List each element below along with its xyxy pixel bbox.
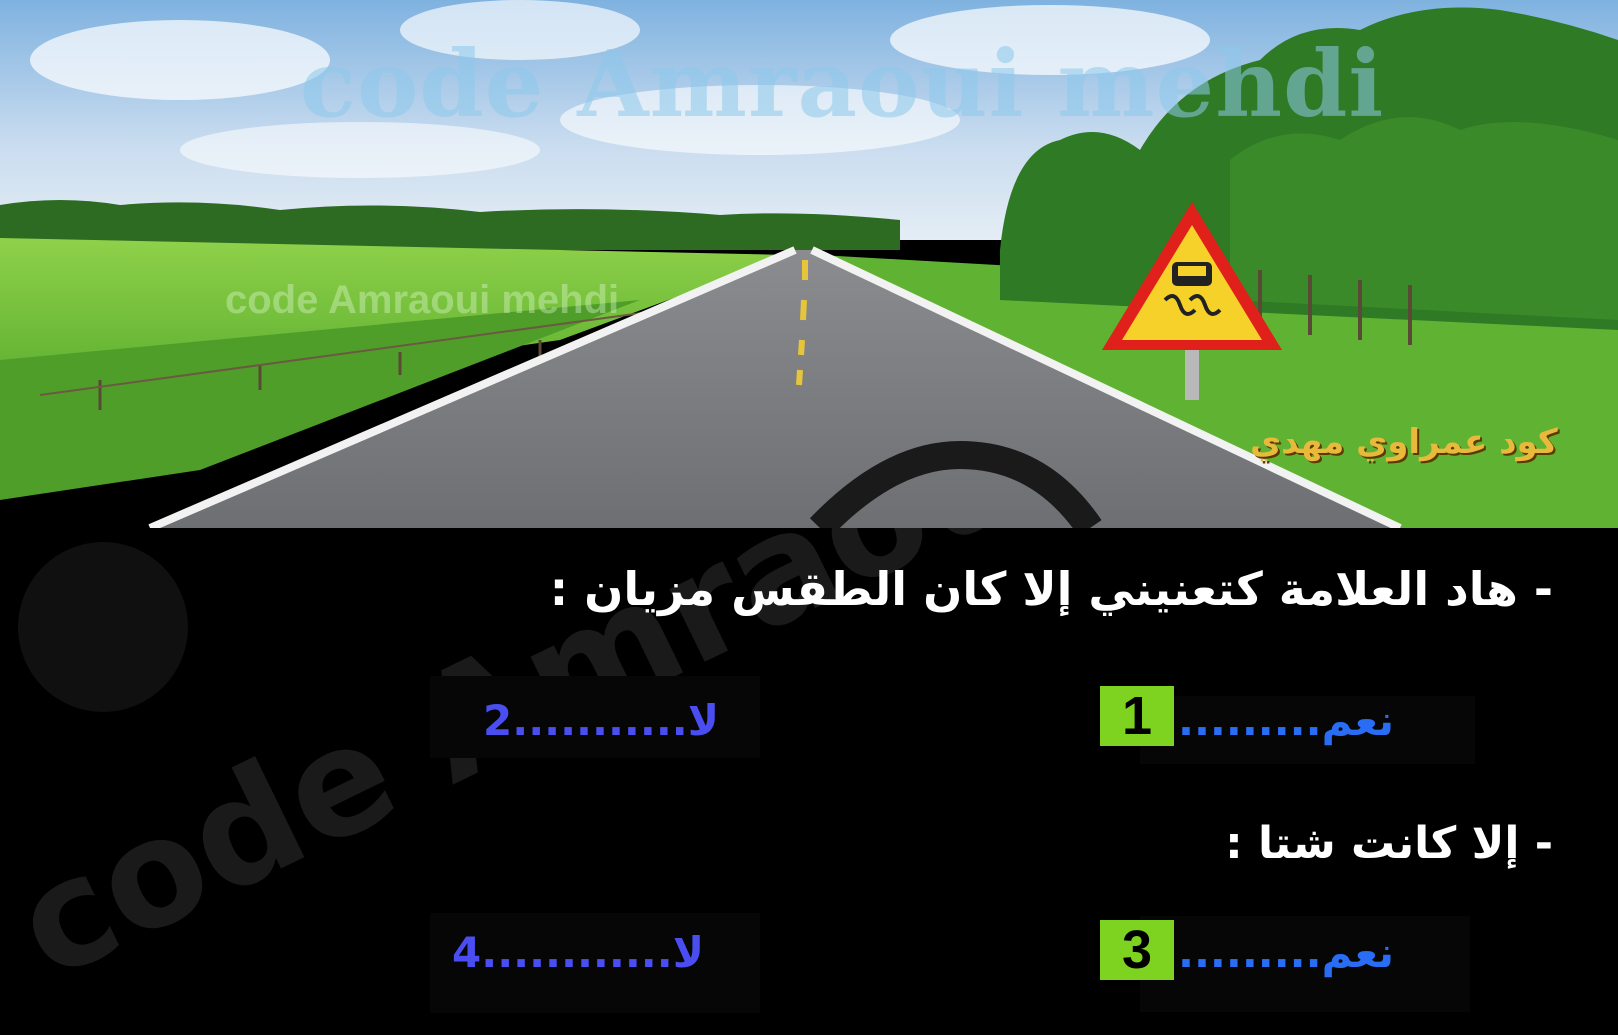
option-4-number: 4 — [452, 928, 482, 977]
option-2-dots: ........... — [512, 696, 688, 745]
option-3-number-badge[interactable]: 3 — [1100, 920, 1174, 980]
option-3-text[interactable]: نعم......... — [1178, 928, 1394, 977]
option-2-number: 2 — [483, 696, 513, 745]
option-3-dots: ......... — [1178, 928, 1322, 977]
watermark-arabic: كود عمراوي مهدي — [1250, 422, 1558, 462]
question-2-text: - إلا كانت شتا : — [1225, 818, 1553, 869]
option-3-label: نعم — [1321, 928, 1395, 977]
option-2-text[interactable]: لا...........2 — [483, 696, 719, 745]
question-1-text: - هاد العلامة كتعنيني إلا كان الطقس مزيا… — [549, 562, 1553, 616]
option-1-number-badge[interactable]: 1 — [1100, 686, 1174, 746]
option-4-dots: ............ — [481, 928, 673, 977]
option-4-label: لا — [672, 928, 704, 977]
watermark-top: code Amraoui mehdi — [300, 30, 1385, 138]
option-1-dots: ......... — [1178, 696, 1322, 745]
option-1-label: نعم — [1321, 696, 1395, 745]
option-4-text[interactable]: لا............4 — [452, 928, 704, 977]
question-panel: code Amraoui mehdi - هاد العلامة كتعنيني… — [0, 528, 1618, 1035]
option-2-label: لا — [687, 696, 720, 745]
option-1-text[interactable]: نعم......... — [1178, 696, 1394, 745]
road-scene-image: code Amraoui mehdi code Amraoui mehdi كو… — [0, 0, 1618, 528]
watermark-middle: code Amraoui mehdi — [225, 278, 620, 322]
decorative-blob — [18, 542, 188, 712]
